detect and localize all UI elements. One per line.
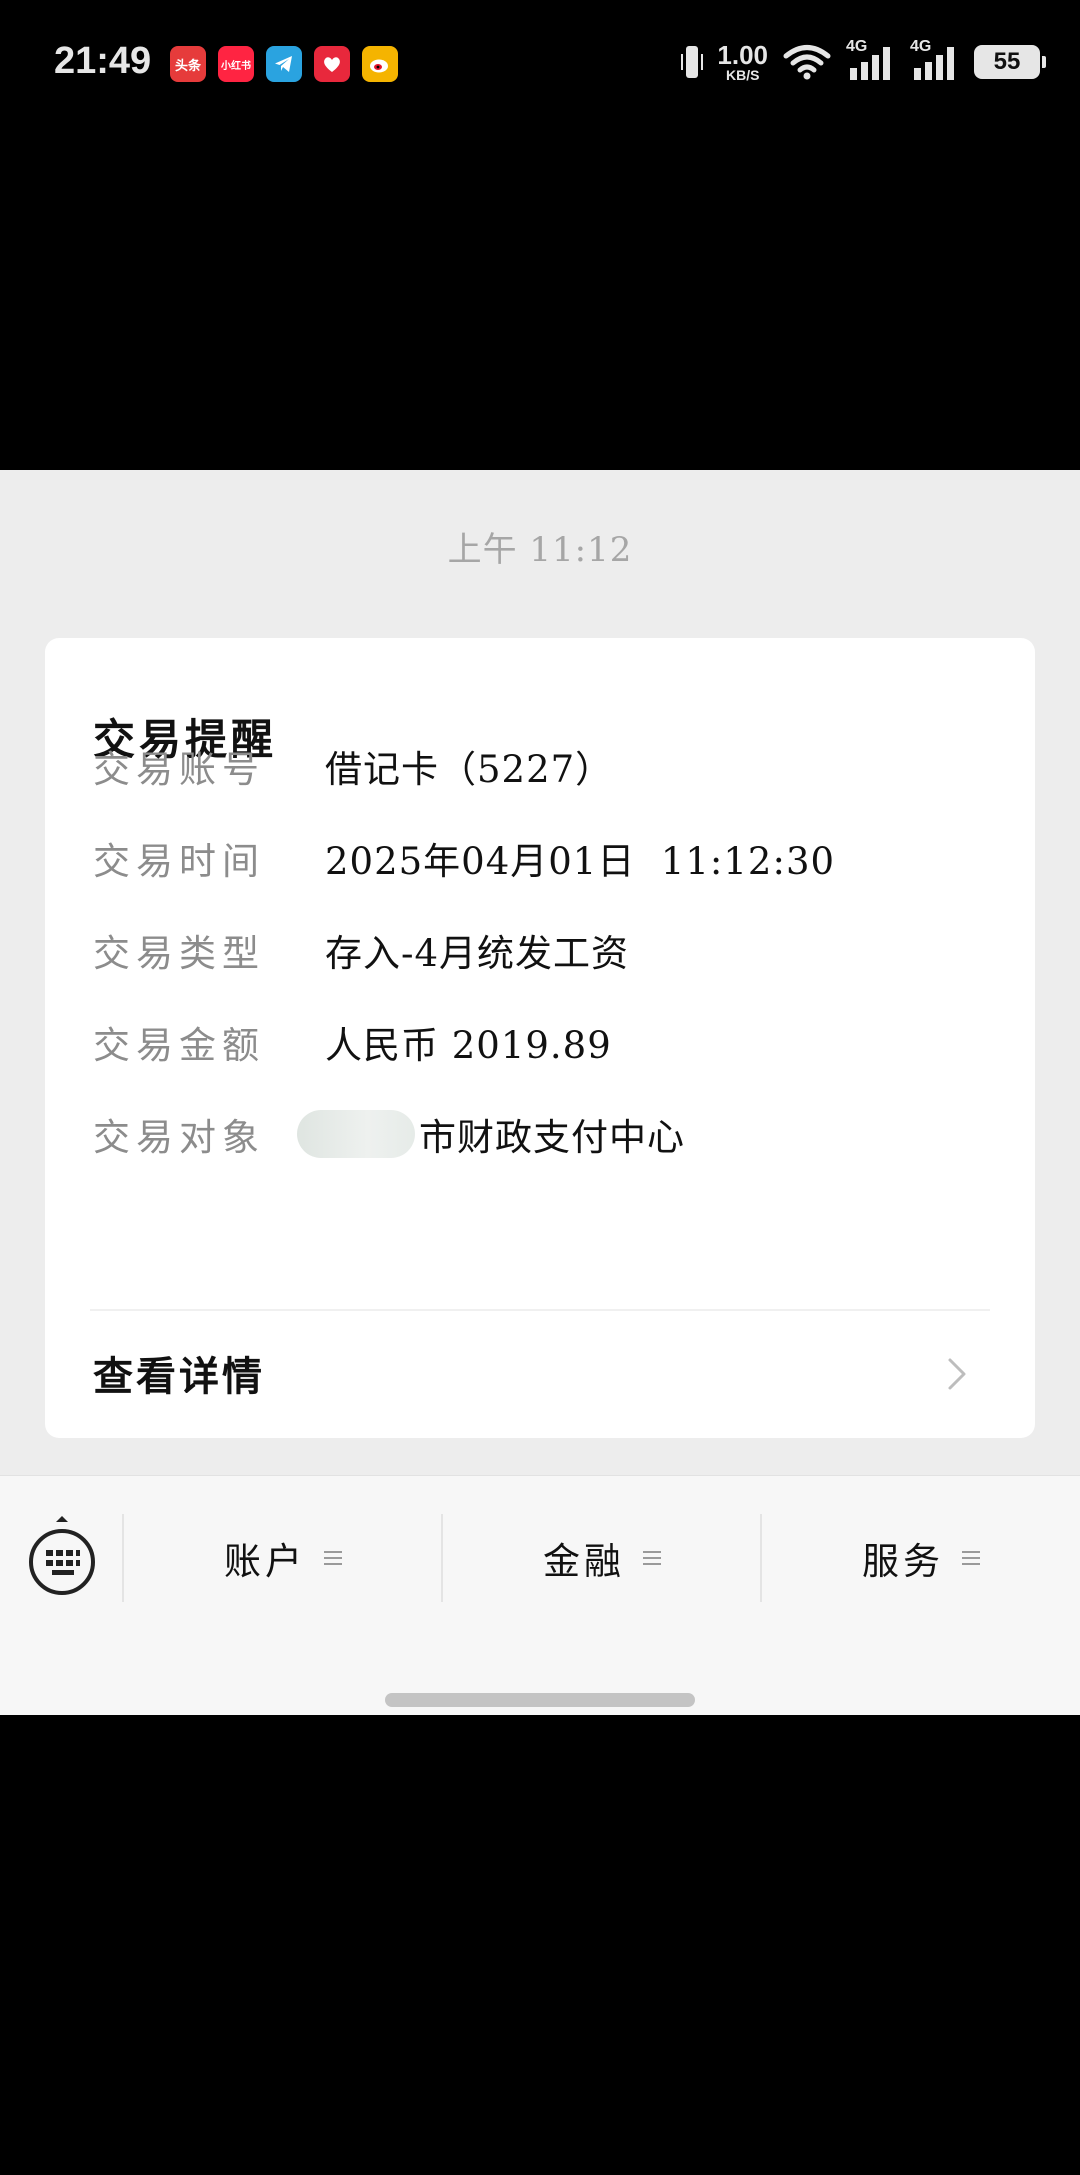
chevron-right-icon — [948, 1358, 966, 1390]
heart-app-icon — [314, 46, 350, 82]
keyboard-icon[interactable] — [26, 1512, 98, 1600]
row-label: 交易类型 — [93, 932, 265, 975]
view-details-label: 查看详情 — [93, 1353, 265, 1400]
row-label: 交易金额 — [93, 1024, 265, 1067]
row-label: 交易账号 — [93, 748, 265, 791]
network-speed: 1.00 KB/S — [717, 40, 768, 83]
status-indicators: 1.00 KB/S 4G 4G 55 — [681, 38, 1046, 83]
view-details-button[interactable]: 查看详情 — [45, 1312, 1035, 1438]
menu-lines-icon — [962, 1549, 980, 1567]
toutiao-icon: 头条 — [170, 46, 206, 82]
divider — [90, 1309, 990, 1311]
row-label: 交易时间 — [93, 840, 265, 883]
row-time: 交易时间 2025年04月01日 11:12:30 — [93, 828, 835, 888]
vibrate-icon — [681, 46, 704, 78]
bottom-menu: 账户 金融 服务 — [0, 1475, 1080, 1715]
menu-lines-icon — [324, 1549, 342, 1567]
row-value: 2025年04月01日 11:12:30 — [325, 840, 836, 883]
row-account: 交易账号 借记卡（5227） — [93, 736, 613, 796]
chat-area: 上午 11:12 交易提醒 交易账号 借记卡（5227） 交易时间 2025年0… — [0, 470, 1080, 1715]
redacted-blur — [297, 1110, 415, 1158]
xiaohongshu-icon: 小红书 — [218, 46, 254, 82]
row-label: 交易对象 — [93, 1116, 265, 1159]
home-indicator[interactable] — [385, 1693, 695, 1707]
telegram-icon — [266, 46, 302, 82]
notification-icons: 头条 小红书 — [170, 46, 398, 82]
battery-icon: 55 — [974, 45, 1046, 79]
message-timestamp: 上午 11:12 — [447, 530, 633, 570]
signal-bars-icon — [914, 47, 954, 80]
signal-2: 4G — [910, 38, 960, 82]
row-amount: 交易金额 人民币 2019.89 — [93, 1012, 612, 1072]
transaction-card[interactable]: 交易提醒 交易账号 借记卡（5227） 交易时间 2025年04月01日 11:… — [45, 638, 1035, 1438]
signal-bars-icon — [850, 47, 890, 80]
weibo-icon — [362, 46, 398, 82]
wifi-icon — [783, 45, 831, 80]
status-time: 21:49 — [54, 40, 152, 82]
nav-label: 服务 — [862, 1540, 944, 1583]
row-value: 市财政支付中心 — [419, 1116, 685, 1159]
nav-finance[interactable]: 金融 — [443, 1528, 761, 1588]
signal-1: 4G — [846, 38, 896, 82]
row-value: 人民币 2019.89 — [325, 1024, 612, 1067]
nav-label: 金融 — [543, 1540, 625, 1583]
nav-services[interactable]: 服务 — [762, 1528, 1080, 1588]
row-value: 存入-4月统发工资 — [325, 932, 630, 975]
row-counterparty: 交易对象 市财政支付中心 — [93, 1104, 685, 1164]
nav-label: 账户 — [224, 1540, 306, 1583]
nav-account[interactable]: 账户 — [124, 1528, 442, 1588]
row-value: 借记卡（5227） — [325, 748, 614, 791]
row-type: 交易类型 存入-4月统发工资 — [93, 920, 629, 980]
status-bar: 21:49 头条 小红书 1.00 KB/S 4G 4G 55 — [0, 0, 1080, 130]
menu-lines-icon — [643, 1549, 661, 1567]
